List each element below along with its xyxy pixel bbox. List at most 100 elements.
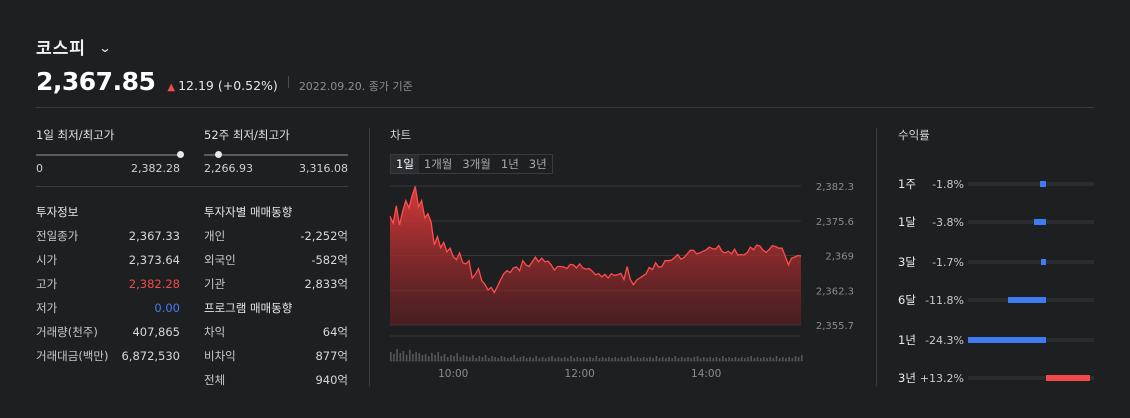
returns-period: 1달 [898,215,916,229]
day-range-bar [36,151,184,158]
volume-bar [494,357,496,361]
volume-bar [639,358,642,361]
invest-info-value: 0.00 [154,301,180,315]
invest-info-value: 2,382.28 [128,277,180,291]
returns-value: -24.3% [925,333,964,347]
volume-bar [775,356,778,361]
volume-bar [763,357,765,361]
volume-bar [715,357,718,361]
tab-period[interactable]: 1일 [391,155,419,173]
volume-bar [737,358,740,361]
invest-info-label: 거래대금(백만) [36,349,109,363]
volume-bar [453,356,455,361]
volume-bar [488,358,490,361]
tab-period[interactable]: 3년 [524,155,552,173]
volume-bar [554,358,556,361]
program-trend-value: 64억 [322,325,348,339]
volume-bar [563,357,566,361]
volume-bar [409,350,411,361]
returns-row: 3달 -1.7% [898,254,1094,270]
volume-bar [500,356,503,361]
volume-bar [484,355,487,361]
invest-info-row: 거래량(천주) 407,865 [36,320,180,344]
chart-title: 차트 [390,128,412,142]
volume-bar [788,357,790,361]
volume-bar [446,357,449,361]
volume-bar [709,357,711,361]
x-tick-label: 10:00 [438,368,468,380]
tab-period[interactable]: 1년 [496,155,524,173]
tab-period[interactable]: 3개월 [457,155,495,173]
volume-bar [497,358,500,361]
volume-bar [573,358,575,361]
returns-period: 3년 [898,371,916,385]
volume-bar [703,357,705,361]
invest-info-row: 시가 2,373.64 [36,248,180,272]
investor-trend-list: 개인 -2,252억 외국인 -582억 기관 2,833억 [204,224,348,296]
volume-bar [465,356,468,361]
volume-bar [434,355,436,361]
chevron-down-icon[interactable]: ⌄ [98,41,111,55]
volume-bar [437,352,439,361]
investor-trend-row: 기관 2,833억 [204,272,348,296]
volume-bar [611,358,613,361]
invest-info-row: 전일종가 2,367.33 [36,224,180,248]
returns-bar [1008,297,1046,303]
volume-bar [399,353,402,361]
x-tick-label: 12:00 [565,368,595,380]
volume-bar [778,358,781,361]
investor-trend-row: 외국인 -582억 [204,248,348,272]
volume-bar [456,353,458,361]
volume-bar [560,358,563,361]
volume-bar [712,358,715,361]
returns-track [968,181,1094,187]
volume-bar [567,358,569,361]
returns-row: 3년 +13.2% [898,370,1094,386]
investor-trend-value: -582억 [311,253,348,267]
volume-bar [642,357,645,361]
week52-range-bar [204,151,348,158]
returns-track [968,259,1094,265]
returns-title: 수익률 [898,128,930,142]
program-trend-title: 프로그램 매매동향 [204,301,293,315]
invest-info-label: 고가 [36,277,58,291]
volume-bar [687,357,689,361]
volume-bar [525,358,528,361]
volume-bar [393,354,395,361]
index-header: 코스피 ⌄ 2,367.85 ▲ 12.19 (+0.52%) 2022.09.… [36,34,413,96]
volume-bar [665,358,667,361]
returns-bar [1046,375,1090,381]
returns-bar [1040,259,1046,265]
volume-bar [481,357,484,361]
volume-bar [513,355,515,361]
index-name[interactable]: 코스피 [36,34,86,59]
volume-bar [633,358,635,361]
returns-track [968,337,1094,343]
volume-bar [772,358,775,361]
invest-info-value: 407,865 [132,325,180,339]
volume-bar [475,358,477,361]
volume-bar [510,357,512,361]
index-selector[interactable]: 코스피 ⌄ [36,34,413,59]
volume-bar [548,357,550,361]
volume-bar [412,354,414,361]
day-range-marker [177,151,184,158]
volume-bar [557,357,560,361]
triangle-up-icon: ▲ [167,82,176,93]
volume-bar [728,357,730,361]
volume-bar [696,356,699,361]
volume-bar [469,357,471,361]
returns-period: 1년 [898,333,916,347]
price-change: ▲ 12.19 (+0.52%) [167,78,277,93]
returns-value: -1.7% [932,255,964,269]
tab-period[interactable]: 1개월 [419,155,457,173]
volume-bar [658,358,661,361]
returns-bar [968,337,1046,343]
investor-trend-label: 개인 [204,229,226,243]
volume-bar [443,354,446,361]
volume-bar [646,358,648,361]
volume-bar [624,358,626,361]
divider [369,128,370,386]
invest-info: 투자정보 전일종가 2,367.33 시가 2,373.64 고가 2,382.28 저가 0… [36,200,180,368]
returns-row: 1달 -3.8% [898,214,1094,230]
